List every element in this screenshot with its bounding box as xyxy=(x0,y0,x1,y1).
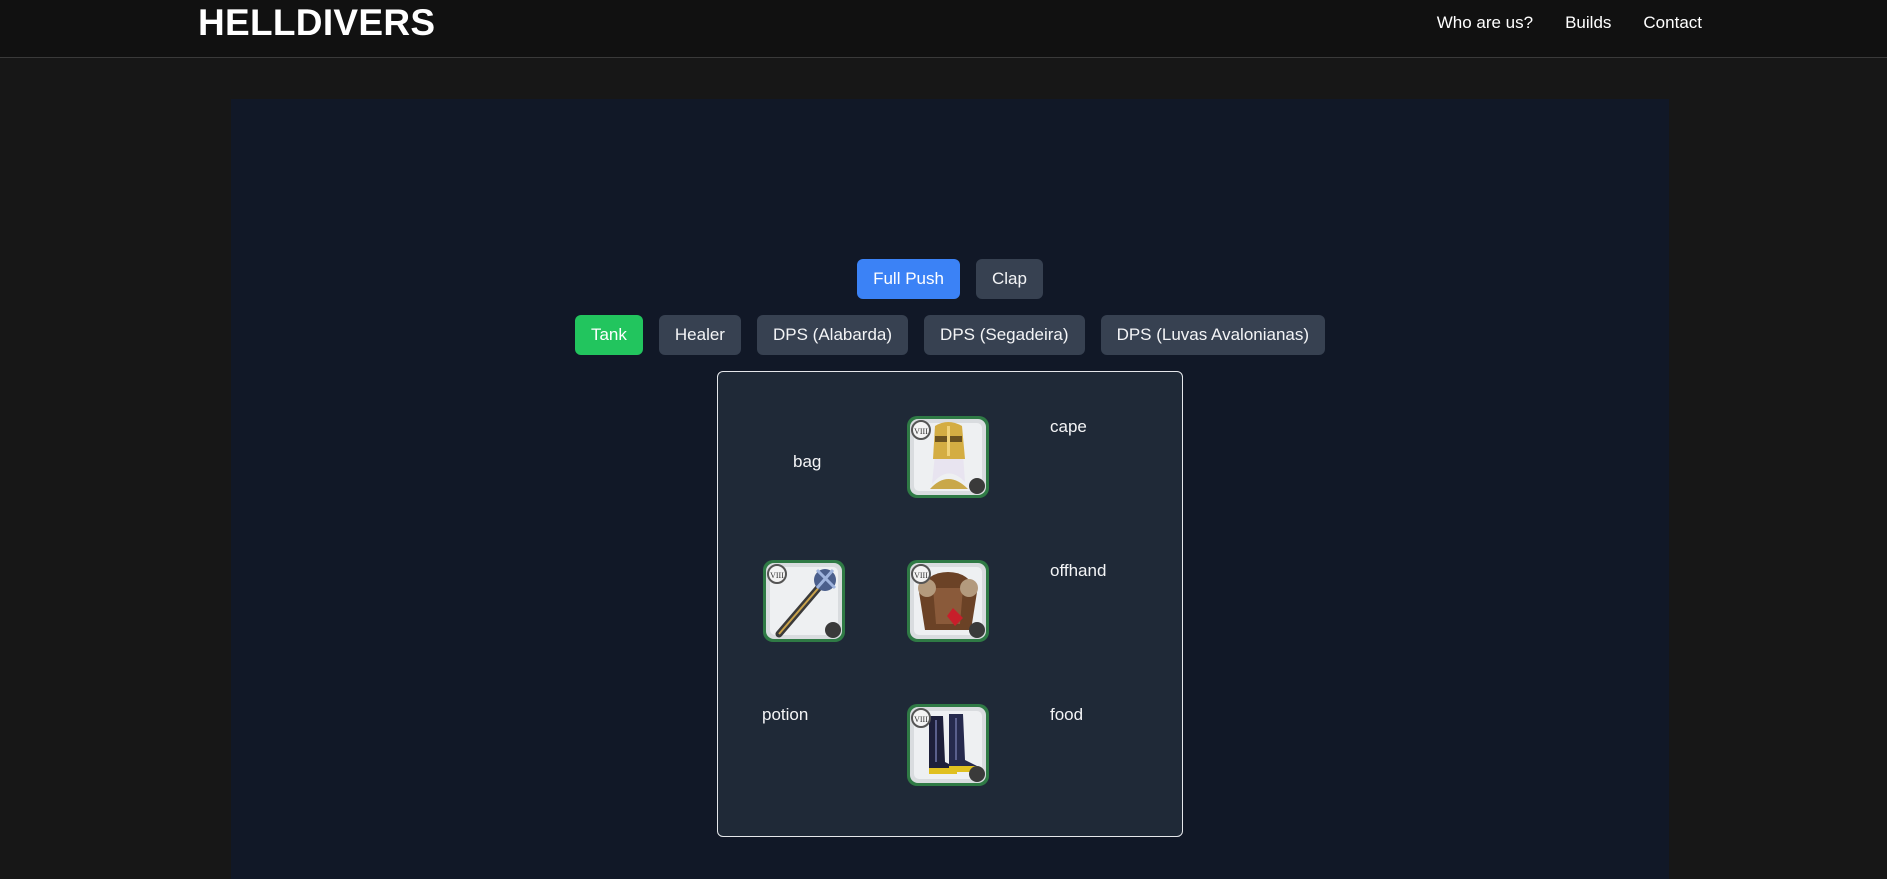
clap-button[interactable]: Clap xyxy=(975,259,1043,299)
shoes-tier-label: VIII xyxy=(914,715,928,724)
weapon-item-slot[interactable]: VIII xyxy=(761,558,847,644)
shoes-item-slot[interactable]: VIII xyxy=(905,702,991,788)
mace-weapon-icon: VIII xyxy=(763,560,845,642)
bag-slot-label: bag xyxy=(793,452,822,471)
main-nav: Who are us? Builds Contact xyxy=(1437,12,1702,34)
role-selector: Tank Healer DPS (Alabarda) DPS (Segadeir… xyxy=(231,315,1669,355)
food-slot-label: food xyxy=(1050,705,1084,724)
nav-link-who-are-us[interactable]: Who are us? xyxy=(1437,12,1533,34)
golden-helmet-icon: VIII xyxy=(907,416,989,498)
head-item-slot[interactable]: VIII xyxy=(905,414,991,500)
offhand-slot-label: offhand xyxy=(1050,561,1107,580)
role-tank-button[interactable]: Tank xyxy=(574,315,643,355)
armor-item-slot[interactable]: VIII xyxy=(905,558,991,644)
nav-link-builds[interactable]: Builds xyxy=(1565,12,1611,34)
site-logo[interactable]: HELLDIVERS xyxy=(198,2,435,44)
weapon-tier-label: VIII xyxy=(770,571,784,580)
potion-slot-label: potion xyxy=(762,705,809,724)
equipment-grid: bag cape offhand potion food VIII VIII V… xyxy=(717,371,1183,837)
role-dps-luvas-button[interactable]: DPS (Luvas Avalonianas) xyxy=(1100,315,1326,355)
role-healer-button[interactable]: Healer xyxy=(658,315,741,355)
armor-chest-icon: VIII xyxy=(907,560,989,642)
cape-slot-label: cape xyxy=(1050,417,1087,436)
armor-tier-label: VIII xyxy=(914,571,928,580)
role-dps-alabarda-button[interactable]: DPS (Alabarda) xyxy=(756,315,909,355)
builds-panel: Full Push Clap Tank Healer DPS (Alabarda… xyxy=(231,99,1669,879)
full-push-button[interactable]: Full Push xyxy=(857,259,960,299)
build-type-selector: Full Push Clap xyxy=(231,259,1669,299)
top-navbar: HELLDIVERS Who are us? Builds Contact xyxy=(0,0,1887,58)
head-tier-label: VIII xyxy=(914,427,928,436)
role-dps-segadeira-button[interactable]: DPS (Segadeira) xyxy=(924,315,1085,355)
nav-link-contact[interactable]: Contact xyxy=(1643,12,1702,34)
boots-icon: VIII xyxy=(907,704,989,786)
